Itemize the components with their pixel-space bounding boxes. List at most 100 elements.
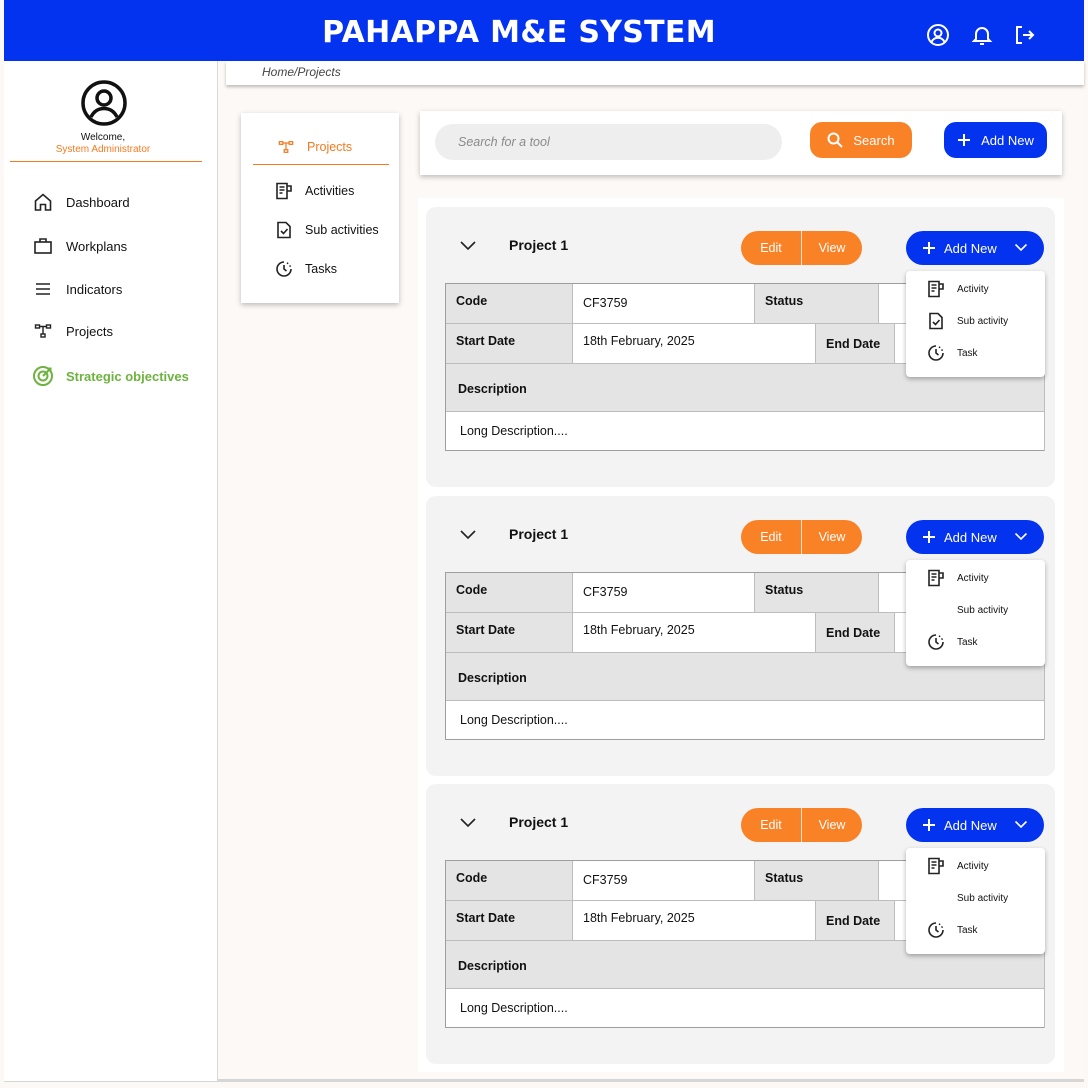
add-new-dropdown-button[interactable]: Add New (906, 231, 1044, 265)
plus-icon (923, 819, 935, 831)
top-header: PAHAPPA M&E SYSTEM (4, 0, 1084, 61)
project-card: Project 1 Edit View Add New Code CF3759 … (426, 207, 1055, 487)
status-label: Status (755, 284, 879, 324)
submenu-item-activities[interactable]: Activities (275, 182, 354, 200)
add-new-label: Add New (944, 817, 997, 833)
submenu-item-tasks[interactable]: Tasks (275, 260, 337, 278)
menu-item-activity[interactable]: Activity (926, 568, 989, 588)
plus-icon (958, 134, 971, 146)
menu-item-task[interactable]: Task (926, 343, 978, 363)
hierarchy-icon (32, 320, 54, 342)
edit-button[interactable]: Edit (741, 808, 801, 842)
chevron-down-icon (1014, 820, 1028, 829)
project-title: Project 1 (509, 237, 569, 253)
code-value: CF3759 (573, 861, 755, 901)
sidebar-item-indicators[interactable]: Indicators (32, 277, 122, 301)
menu-item-sub-activity[interactable]: Sub activity (926, 311, 1008, 331)
add-new-menu: Activity Sub activity Task (906, 848, 1045, 954)
menu-item-sub-activity[interactable]: Sub activity (926, 888, 1008, 908)
code-label: Code (446, 861, 573, 901)
sidebar-item-label: Strategic objectives (66, 368, 189, 384)
file-check-icon (275, 221, 293, 239)
search-input[interactable] (435, 124, 782, 160)
project-card: Project 1 Edit View Add New Code CF3759 … (426, 784, 1055, 1064)
edit-button[interactable]: Edit (741, 231, 801, 265)
end-date-label: End Date (816, 901, 895, 941)
chevron-down-icon[interactable] (459, 239, 477, 251)
sidebar-item-dashboard[interactable]: Dashboard (32, 190, 130, 214)
menu-icon (32, 278, 54, 300)
document-list-icon (275, 182, 293, 200)
end-date-label: End Date (816, 324, 895, 364)
description-value: Long Description.... (446, 412, 1045, 451)
welcome-text: Welcome, (80, 132, 126, 143)
menu-item-label: Sub activity (957, 604, 1009, 616)
home-icon (32, 191, 54, 213)
sidebar-item-label: Indicators (66, 281, 123, 297)
submenu-item-label: Sub activities (305, 223, 379, 237)
menu-item-sub-activity[interactable]: Sub activity (926, 600, 1008, 620)
document-list-icon (926, 568, 946, 588)
edit-button[interactable]: Edit (741, 520, 801, 554)
start-date-label: Start Date (446, 613, 573, 653)
clock-progress-icon (926, 343, 946, 363)
search-button[interactable]: Search (810, 122, 912, 158)
menu-item-label: Activity (957, 860, 989, 872)
bell-icon[interactable] (970, 23, 994, 47)
sidebar-divider (10, 161, 202, 162)
add-new-label: Add New (944, 529, 997, 545)
clock-progress-icon (926, 632, 946, 652)
sidebar-item-label: Dashboard (66, 194, 130, 210)
view-button[interactable]: View (802, 231, 862, 265)
sidebar-item-workplans[interactable]: Workplans (32, 234, 127, 258)
menu-item-task[interactable]: Task (926, 632, 978, 652)
chevron-down-icon[interactable] (459, 528, 477, 540)
logout-icon[interactable] (1012, 23, 1036, 47)
menu-item-activity[interactable]: Activity (926, 856, 989, 876)
add-new-dropdown-button[interactable]: Add New (906, 808, 1044, 842)
menu-item-label: Task (957, 924, 978, 936)
view-button[interactable]: View (802, 520, 862, 554)
status-label: Status (755, 573, 879, 613)
hierarchy-icon (277, 138, 295, 156)
sidebar-item-label: Workplans (66, 238, 128, 254)
menu-item-label: Task (957, 347, 978, 359)
menu-item-activity[interactable]: Activity (926, 279, 989, 299)
edit-view-group: Edit View (741, 231, 862, 265)
add-new-project-button[interactable]: Add New (944, 122, 1047, 158)
project-card: Project 1 Edit View Add New Code CF3759 … (426, 496, 1055, 776)
submenu-item-label: Activities (305, 184, 355, 198)
target-icon (32, 365, 54, 387)
breadcrumb[interactable]: Home/Projects (262, 65, 341, 79)
project-submenu: Projects Activities Sub activities Tasks (241, 113, 399, 303)
project-title: Project 1 (509, 526, 569, 542)
add-new-label: Add New (981, 132, 1034, 148)
description-value: Long Description.... (446, 989, 1045, 1028)
sidebar-item-label: Projects (66, 323, 113, 339)
user-profile-icon[interactable] (926, 23, 950, 47)
code-value: CF3759 (573, 284, 755, 324)
user-role: System Administrator (55, 144, 151, 155)
sidebar-item-strategic-objectives[interactable]: Strategic objectives (32, 364, 189, 388)
sidebar: Welcome, System Administrator Dashboard … (4, 61, 218, 1081)
plus-icon (923, 531, 935, 543)
document-list-icon (926, 279, 946, 299)
menu-item-task[interactable]: Task (926, 920, 978, 940)
submenu-divider (253, 164, 389, 165)
add-new-label: Add New (944, 240, 997, 256)
status-label: Status (755, 861, 879, 901)
sidebar-item-projects[interactable]: Projects (32, 319, 113, 343)
chevron-down-icon[interactable] (459, 816, 477, 828)
code-label: Code (446, 284, 573, 324)
breadcrumb-bar: Home/Projects (226, 61, 1084, 85)
add-new-dropdown-button[interactable]: Add New (906, 520, 1044, 554)
submenu-item-sub-activities[interactable]: Sub activities (275, 221, 379, 239)
clock-progress-icon (275, 260, 293, 278)
start-date-value: 18th February, 2025 (573, 613, 816, 653)
view-button[interactable]: View (802, 808, 862, 842)
code-label: Code (446, 573, 573, 613)
submenu-item-projects[interactable]: Projects (277, 138, 352, 156)
chevron-down-icon (1014, 532, 1028, 541)
clock-progress-icon (926, 920, 946, 940)
search-button-label: Search (853, 132, 895, 148)
